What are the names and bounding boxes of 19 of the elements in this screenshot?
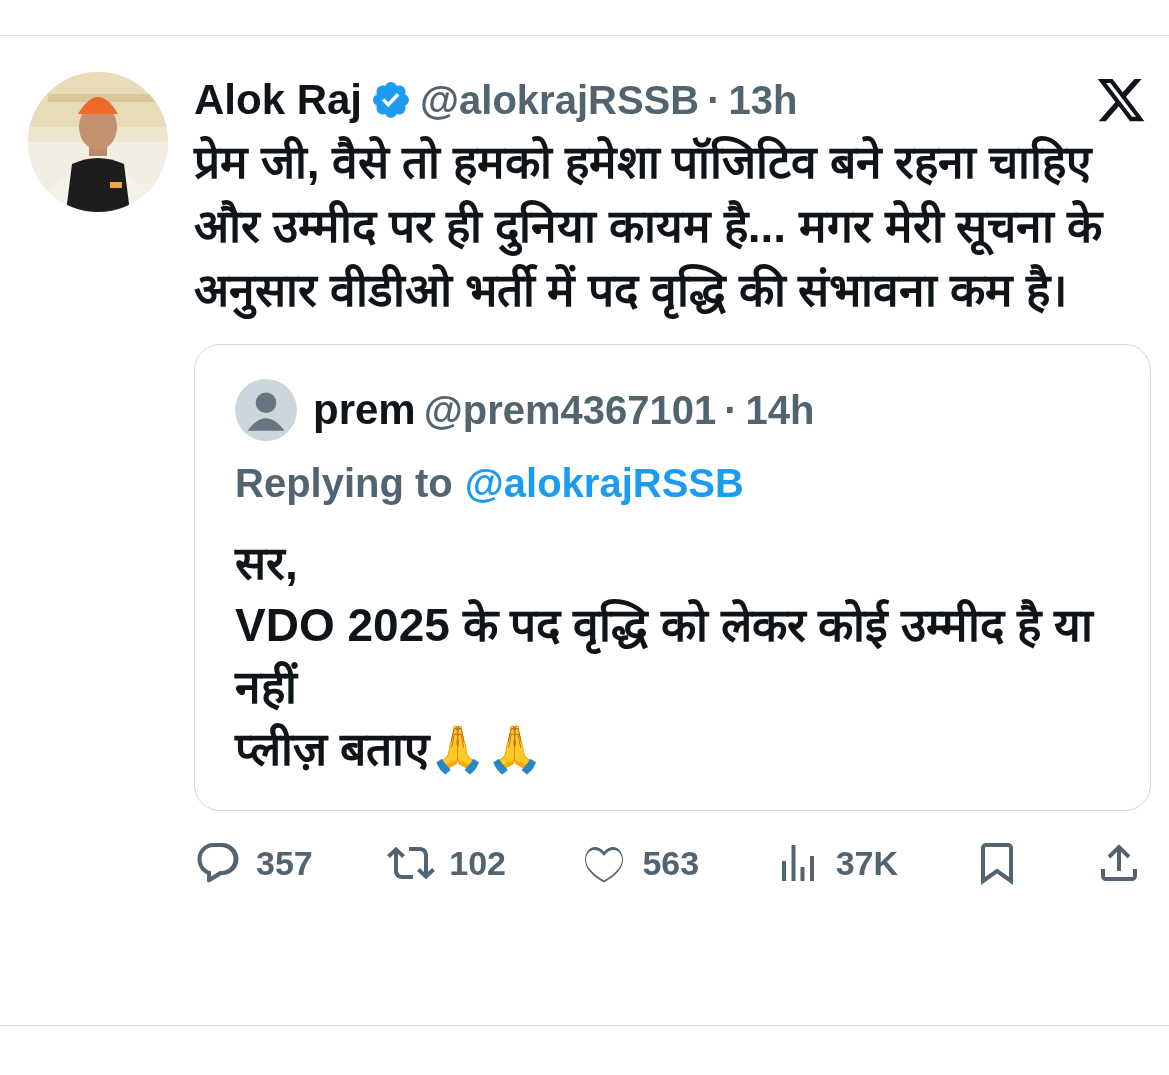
author-handle[interactable]: @alokrajRSSB bbox=[420, 77, 700, 123]
quoted-text-line: प्लीज़ बताए🙏🙏 bbox=[235, 722, 544, 777]
post-time[interactable]: 13h bbox=[728, 77, 798, 123]
tweet-text: प्रेम जी, वैसे तो हमको हमेशा पॉजिटिव बने रहना चाहिए और उम्मीद पर ही दुनिया कायम है... मगर मेरी सूचना के अनुसार वीडीओ भर्ती में पद वृद्धि की संभावना कम है। bbox=[194, 130, 1151, 322]
action-count: 37K bbox=[835, 843, 899, 883]
replying-label: Replying to bbox=[235, 461, 453, 506]
quoted-tweet-card[interactable]: prem @prem4367101 · 14h Replying to @alokrajRSSB सर, VDO 2025 के पद वृद्धि को लेकर कोई उम्मीद है या नहीं प्लीज़ बताए🙏🙏 bbox=[194, 344, 1151, 811]
quoted-author-name: prem bbox=[313, 386, 416, 434]
quoted-text-line: VDO 2025 के पद वृद्धि को लेकर कोई उम्मीद है या नहीं bbox=[235, 598, 1096, 715]
separator-dot: · bbox=[724, 387, 738, 433]
action-count: 102 bbox=[449, 843, 506, 883]
author-name[interactable]: Alok Raj bbox=[194, 76, 363, 124]
quoted-post-time: 14h bbox=[745, 387, 815, 433]
separator-dot: · bbox=[707, 77, 721, 123]
default-avatar-icon bbox=[235, 379, 297, 441]
quoted-author-handle: @prem4367101 bbox=[423, 387, 717, 433]
quoted-text-line: सर, bbox=[235, 536, 299, 591]
action-count: 563 bbox=[642, 843, 700, 883]
action-count: 357 bbox=[256, 843, 313, 883]
